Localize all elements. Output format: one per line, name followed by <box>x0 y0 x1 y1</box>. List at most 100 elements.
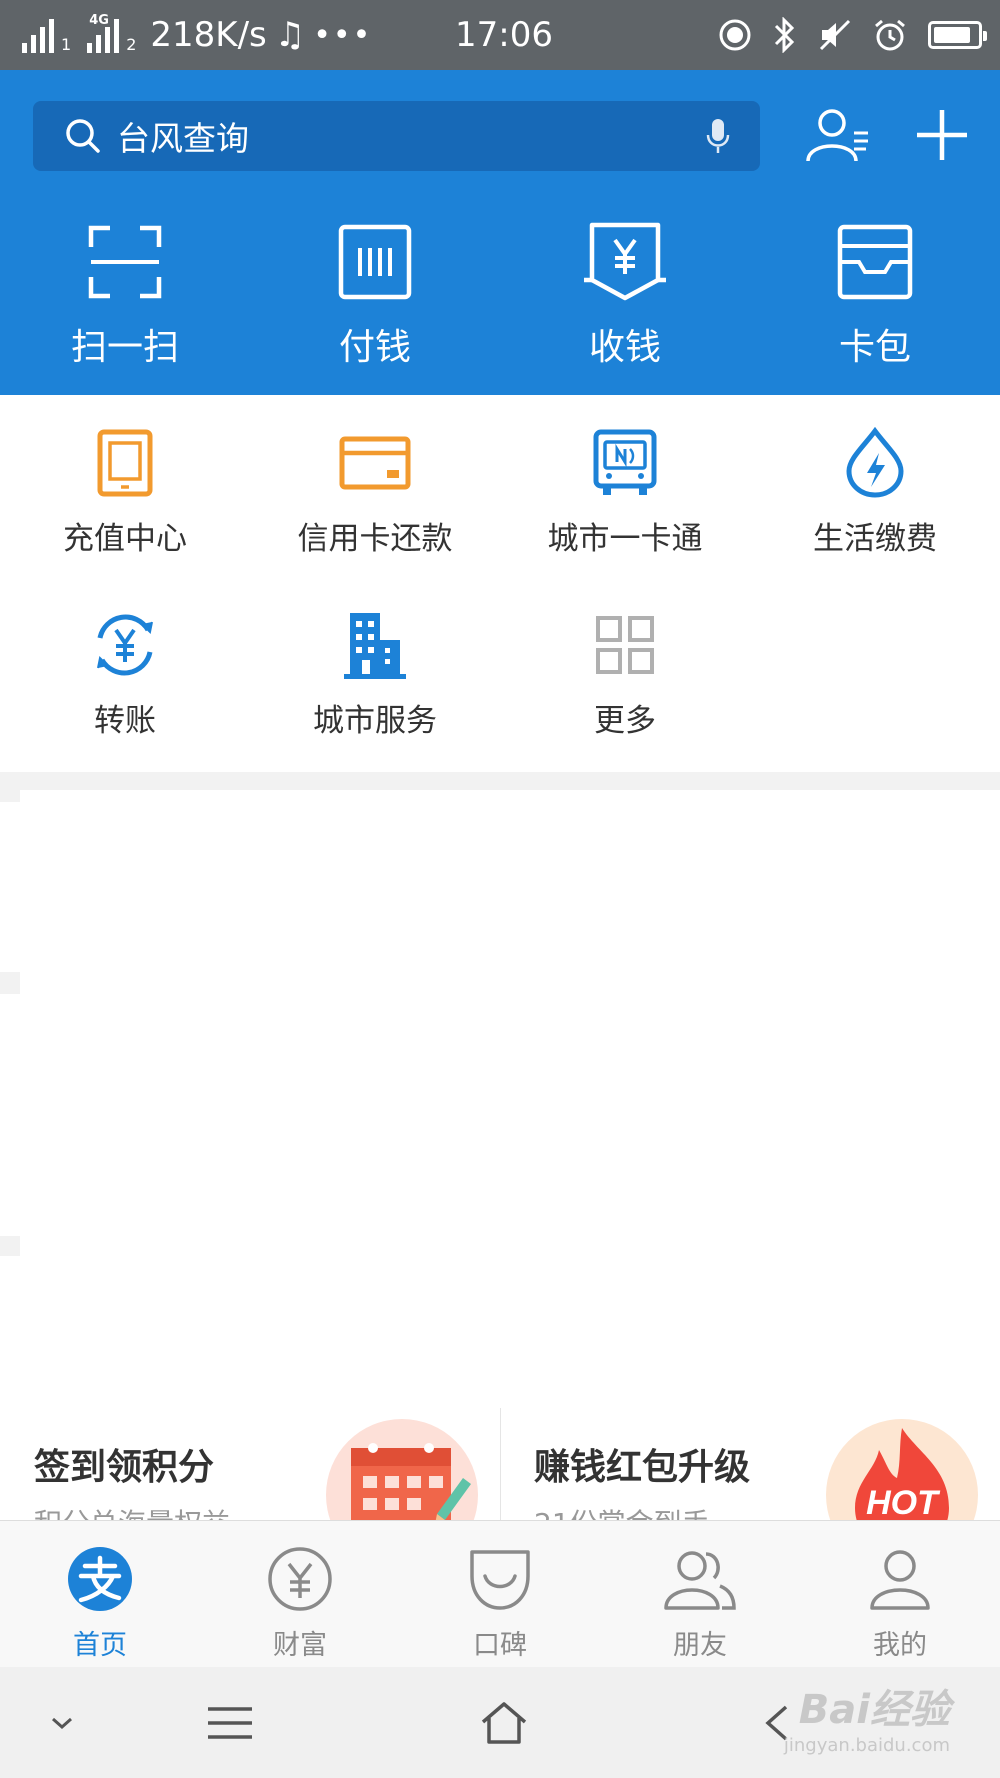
nav-menu-button[interactable] <box>200 1693 260 1753</box>
service-city-services[interactable]: 城市服务 <box>250 607 500 740</box>
quick-cards-label: 卡包 <box>838 327 911 368</box>
quick-scan[interactable]: 扫一扫 <box>0 220 250 380</box>
service-recharge-label: 充值中心 <box>63 521 187 557</box>
services-grid: 充值中心 信用卡还款 城市一卡通 生活缴费 转账 城市服务 更多 <box>0 395 1000 772</box>
search-icon <box>66 119 100 153</box>
mute-icon <box>819 19 851 51</box>
service-credit-card[interactable]: 信用卡还款 <box>250 425 500 558</box>
service-city-card-label: 城市一卡通 <box>547 521 703 557</box>
bottom-tab-bar: 首页 财富 口碑 朋友 我的 <box>0 1520 1000 1667</box>
tab-home[interactable]: 首页 <box>0 1521 200 1667</box>
barcode-icon <box>338 224 412 300</box>
service-more-label: 更多 <box>594 703 656 739</box>
tab-friends-label: 朋友 <box>673 1630 727 1661</box>
promo-red-packet-title: 赚钱红包升级 <box>534 1447 751 1488</box>
status-bar: 1 4G 2 218K/s ♫ ••• 17:06 <box>0 0 1000 70</box>
quick-scan-label: 扫一扫 <box>70 327 179 368</box>
tab-home-label: 首页 <box>73 1630 127 1661</box>
home-icon <box>481 1702 527 1744</box>
bluetooth-icon <box>774 17 795 53</box>
quick-pay-label: 付钱 <box>338 327 411 368</box>
microphone-icon[interactable] <box>706 117 730 155</box>
status-time: 17:06 <box>455 15 553 55</box>
banner-edge <box>0 1236 20 1256</box>
tab-wealth-label: 财富 <box>273 1630 327 1661</box>
service-more[interactable]: 更多 <box>500 607 750 740</box>
service-transfer-label: 转账 <box>94 703 156 739</box>
quick-receive-label: 收钱 <box>588 327 661 368</box>
service-city-services-label: 城市服务 <box>313 703 437 739</box>
calendar-icon <box>326 1419 478 1520</box>
transfer-yuan-icon <box>97 614 153 676</box>
sim2-label: 2 <box>126 35 137 54</box>
battery-level <box>934 27 970 43</box>
grid-more-icon <box>596 616 654 674</box>
promo-checkin[interactable]: 签到领积分 积分兑海量权益 <box>0 1400 500 1520</box>
network-type: 4G <box>89 13 109 28</box>
chevron-down-icon <box>52 1717 72 1730</box>
service-transfer[interactable]: 转账 <box>0 607 250 740</box>
service-utilities[interactable]: 生活缴费 <box>750 425 1000 558</box>
add-button[interactable] <box>902 95 982 175</box>
more-notifications: ••• <box>313 17 373 53</box>
plus-icon <box>917 110 967 160</box>
tab-koubei[interactable]: 口碑 <box>400 1521 600 1667</box>
wealth-yuan-icon <box>268 1547 332 1611</box>
promo-red-packet[interactable]: 赚钱红包升级 21份赏金到手 HOT <box>500 1400 1000 1520</box>
service-recharge[interactable]: 充值中心 <box>0 425 250 558</box>
hot-badge-text: HOT <box>866 1484 941 1520</box>
sim1-label: 1 <box>61 35 72 54</box>
banner-area[interactable] <box>20 790 1000 1360</box>
tab-friends[interactable]: 朋友 <box>600 1521 800 1667</box>
home-header: 台风查询 扫一扫 付钱 收钱 卡包 <box>0 70 1000 395</box>
watermark-brand: Bai经验 <box>798 1687 950 1733</box>
alarm-icon <box>875 19 905 51</box>
services-row-2: 转账 城市服务 更多 <box>0 607 1000 740</box>
search-bar[interactable]: 台风查询 <box>33 101 760 171</box>
promo-row: 签到领积分 积分兑海量权益 赚钱红包升级 21份赏金到手 HOT <box>0 1400 1000 1520</box>
service-city-card[interactable]: 城市一卡通 <box>500 425 750 558</box>
tab-koubei-label: 口碑 <box>473 1630 527 1661</box>
watermark-url: jingyan.baidu.com <box>783 1735 950 1756</box>
status-left: 1 4G 2 218K/s ♫ ••• <box>22 0 372 70</box>
koubei-smile-icon <box>470 1550 530 1610</box>
nav-home-button[interactable] <box>474 1693 534 1753</box>
status-right <box>718 0 987 70</box>
banner-edge <box>0 790 20 802</box>
signal-sim1-icon: 1 <box>22 17 71 53</box>
menu-icon <box>208 1707 252 1739</box>
promo-checkin-title: 签到领积分 <box>34 1447 215 1488</box>
yuan-receipt-icon <box>584 222 666 301</box>
scan-icon <box>88 225 162 299</box>
contacts-icon <box>806 109 868 162</box>
nav-collapse-button[interactable] <box>40 1693 84 1753</box>
service-credit-card-label: 信用卡还款 <box>297 521 453 557</box>
tab-mine-label: 我的 <box>873 1630 927 1661</box>
tab-wealth[interactable]: 财富 <box>200 1521 400 1667</box>
hot-flame-icon: HOT <box>826 1419 978 1520</box>
banner-edge <box>0 972 20 994</box>
service-utilities-label: 生活缴费 <box>813 521 937 557</box>
phone-recharge-icon <box>97 429 153 497</box>
alipay-logo-icon <box>68 1547 132 1611</box>
signal-sim2-icon: 4G 2 <box>87 13 137 54</box>
nfc-bus-icon <box>593 429 657 495</box>
watermark: Bai经验 jingyan.baidu.com <box>784 1677 950 1756</box>
quick-receive[interactable]: 收钱 <box>500 220 750 380</box>
tab-mine[interactable]: 我的 <box>800 1521 1000 1667</box>
music-icon: ♫ <box>274 15 306 55</box>
contacts-button[interactable] <box>798 95 878 175</box>
quick-pay[interactable]: 付钱 <box>250 220 500 380</box>
search-placeholder: 台风查询 <box>117 119 249 158</box>
section-divider <box>0 772 1000 790</box>
friends-icon <box>664 1551 736 1610</box>
promo-red-packet-subtitle: 21份赏金到手 <box>534 1502 710 1520</box>
services-row-1: 充值中心 信用卡还款 城市一卡通 生活缴费 <box>0 425 1000 558</box>
quick-cards[interactable]: 卡包 <box>750 220 1000 380</box>
location-icon <box>719 19 751 51</box>
credit-card-icon <box>339 436 411 490</box>
battery-icon <box>928 21 987 49</box>
network-speed: 218K/s <box>150 15 267 55</box>
profile-icon <box>870 1550 930 1610</box>
building-icon <box>344 613 406 679</box>
